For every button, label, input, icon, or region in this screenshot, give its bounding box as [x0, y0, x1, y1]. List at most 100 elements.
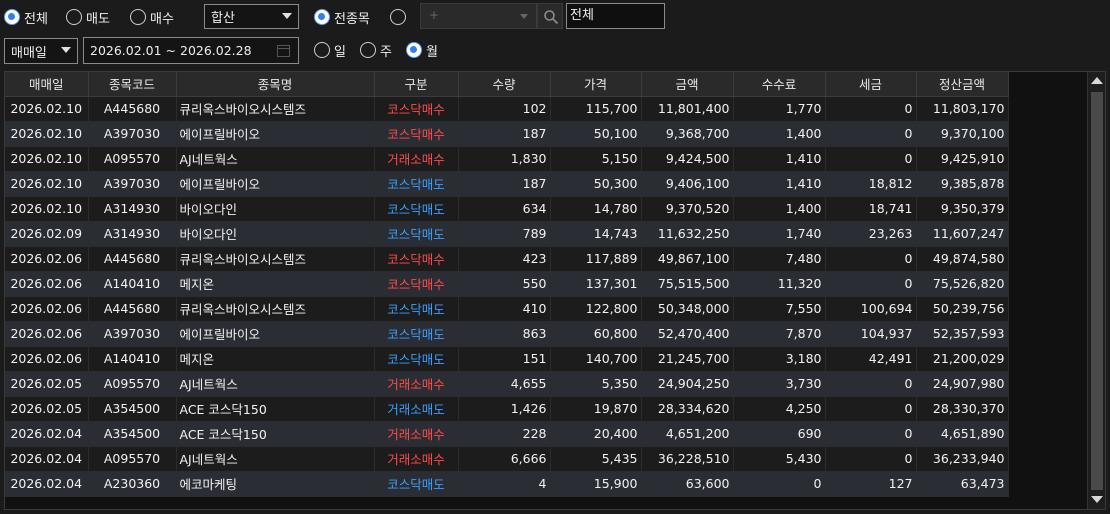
table-row[interactable]: 2026.02.06 A140410 메지온 코스닥매수 550 137,301 75,51… — [5, 271, 1009, 297]
cell-qty: 1,426 — [458, 396, 551, 422]
cell-tax: 0 — [825, 96, 917, 122]
cell-fee: 1,740 — [733, 221, 826, 247]
radio-period-month[interactable]: 월 — [406, 40, 438, 60]
cell-type: 코스닥매수 — [374, 246, 459, 272]
radio-trade-all[interactable]: 전체 — [4, 7, 48, 27]
table-row[interactable]: 2026.02.10 A314930 바이오다인 코스닥매도 634 14,780 9,37… — [5, 196, 1009, 222]
cell-settle: 11,803,170 — [916, 96, 1009, 122]
vertical-scrollbar[interactable] — [1087, 72, 1105, 509]
col-header-name[interactable]: 종목명 — [176, 72, 375, 97]
table-row[interactable]: 2026.02.04 A354500 ACE 코스닥150 거래소매수 228 20,40… — [5, 421, 1009, 447]
radio-stock-all[interactable]: 전종목 — [314, 7, 370, 27]
cell-code: A354500 — [88, 396, 177, 422]
cell-qty: 1,830 — [458, 146, 551, 172]
cell-price: 137,301 — [550, 271, 642, 297]
cell-fee: 3,180 — [733, 346, 826, 372]
radio-period-week[interactable]: 주 — [360, 40, 392, 60]
col-header-tax[interactable]: 세금 — [825, 72, 917, 97]
trade-history-grid[interactable]: 매매일 종목코드 종목명 구분 수량 가격 금액 수수료 세금 정산금액 202… — [4, 71, 1106, 510]
search-button[interactable] — [537, 3, 563, 29]
stock-code-combo[interactable]: + — [420, 3, 537, 29]
cell-price: 122,800 — [550, 296, 642, 322]
table-row[interactable]: 2026.02.10 A397030 에이프릴바이오 코스닥매도 187 50,300 9,… — [5, 171, 1009, 197]
table-row[interactable]: 2026.02.04 A230360 에코마케팅 코스닥매도 4 15,900 63,600… — [5, 471, 1009, 497]
cell-code: A354500 — [88, 421, 177, 447]
cell-type: 코스닥매도 — [374, 471, 459, 497]
cell-settle: 4,651,890 — [916, 421, 1009, 447]
cell-fee: 7,480 — [733, 246, 826, 272]
date-basis-select[interactable]: 매매일 — [4, 38, 78, 64]
cell-amount: 11,632,250 — [641, 221, 734, 247]
stock-name-field[interactable]: 전체 — [566, 3, 665, 29]
table-row[interactable]: 2026.02.06 A140410 메지온 코스닥매도 151 140,700 21,24… — [5, 346, 1009, 372]
cell-amount: 9,406,100 — [641, 171, 734, 197]
trade-table: 매매일 종목코드 종목명 구분 수량 가격 금액 수수료 세금 정산금액 202… — [5, 72, 1009, 497]
radio-dot-icon — [390, 9, 406, 25]
cell-code: A095570 — [88, 146, 177, 172]
cell-amount: 21,245,700 — [641, 346, 734, 372]
cell-tax: 100,694 — [825, 296, 917, 322]
scroll-down-icon[interactable] — [1091, 496, 1103, 503]
radio-trade-sell[interactable]: 매도 — [66, 7, 110, 27]
cell-amount: 75,515,500 — [641, 271, 734, 297]
cell-price: 19,870 — [550, 396, 642, 422]
cell-qty: 4,655 — [458, 371, 551, 397]
cell-name: 메지온 — [176, 271, 375, 297]
cell-name: AJ네트웍스 — [176, 146, 375, 172]
cell-name: 바이오다인 — [176, 196, 375, 222]
cell-fee: 7,550 — [733, 296, 826, 322]
table-row[interactable]: 2026.02.10 A397030 에이프릴바이오 코스닥매수 187 50,100 9,… — [5, 121, 1009, 147]
cell-qty: 410 — [458, 296, 551, 322]
calendar-icon[interactable] — [277, 45, 290, 57]
cell-name: AJ네트웍스 — [176, 446, 375, 472]
radio-period-day[interactable]: 일 — [314, 40, 346, 60]
col-header-code[interactable]: 종목코드 — [88, 72, 177, 97]
aggregate-select[interactable]: 합산 — [204, 4, 299, 29]
table-row[interactable]: 2026.02.09 A314930 바이오다인 코스닥매도 789 14,743 11,6… — [5, 221, 1009, 247]
scroll-thumb[interactable] — [1091, 92, 1103, 490]
radio-stock-single[interactable] — [390, 7, 406, 27]
cell-date: 2026.02.10 — [5, 121, 89, 147]
cell-fee: 7,870 — [733, 321, 826, 347]
col-header-qty[interactable]: 수량 — [458, 72, 551, 97]
col-header-price[interactable]: 가격 — [550, 72, 642, 97]
cell-tax: 0 — [825, 371, 917, 397]
cell-name: 메지온 — [176, 346, 375, 372]
cell-amount: 36,228,510 — [641, 446, 734, 472]
col-header-amount[interactable]: 금액 — [641, 72, 734, 97]
col-header-settle[interactable]: 정산금액 — [916, 72, 1009, 97]
table-row[interactable]: 2026.02.06 A397030 에이프릴바이오 코스닥매도 863 60,800 52… — [5, 321, 1009, 347]
cell-name: AJ네트웍스 — [176, 371, 375, 397]
cell-name: 에코마케팅 — [176, 471, 375, 497]
cell-tax: 0 — [825, 121, 917, 147]
table-row[interactable]: 2026.02.05 A354500 ACE 코스닥150 거래소매도 1,426 19,… — [5, 396, 1009, 422]
cell-price: 5,150 — [550, 146, 642, 172]
table-row[interactable]: 2026.02.05 A095570 AJ네트웍스 거래소매수 4,655 5,350 24… — [5, 371, 1009, 397]
cell-qty: 187 — [458, 121, 551, 147]
table-row[interactable]: 2026.02.04 A095570 AJ네트웍스 거래소매수 6,666 5,435 36… — [5, 446, 1009, 472]
table-row[interactable]: 2026.02.10 A095570 AJ네트웍스 거래소매수 1,830 5,150 9,… — [5, 146, 1009, 172]
radio-trade-buy[interactable]: 매수 — [130, 7, 174, 27]
cell-tax: 23,263 — [825, 221, 917, 247]
cell-date: 2026.02.06 — [5, 271, 89, 297]
col-header-fee[interactable]: 수수료 — [733, 72, 826, 97]
table-row[interactable]: 2026.02.06 A445680 큐리옥스바이오시스템즈 코스닥매수 423 117,… — [5, 246, 1009, 272]
table-row[interactable]: 2026.02.06 A445680 큐리옥스바이오시스템즈 코스닥매도 410 122,… — [5, 296, 1009, 322]
cell-price: 50,300 — [550, 171, 642, 197]
cell-name: ACE 코스닥150 — [176, 421, 375, 447]
table-row[interactable]: 2026.02.10 A445680 큐리옥스바이오시스템즈 코스닥매수 102 115,… — [5, 96, 1009, 122]
cell-settle: 9,350,379 — [916, 196, 1009, 222]
cell-date: 2026.02.09 — [5, 221, 89, 247]
col-header-type[interactable]: 구분 — [374, 72, 459, 97]
table-body: 2026.02.10 A445680 큐리옥스바이오시스템즈 코스닥매수 102 115,… — [5, 96, 1009, 497]
date-range-field[interactable]: 2026.02.01 ~ 2026.02.28 — [83, 37, 299, 64]
cell-settle: 9,425,910 — [916, 146, 1009, 172]
cell-code: A397030 — [88, 321, 177, 347]
cell-qty: 187 — [458, 171, 551, 197]
col-header-date[interactable]: 매매일 — [5, 72, 89, 97]
scroll-up-icon[interactable] — [1091, 77, 1103, 84]
cell-type: 거래소매수 — [374, 446, 459, 472]
chevron-down-icon — [282, 13, 292, 19]
cell-fee: 690 — [733, 421, 826, 447]
chevron-down-icon — [61, 47, 71, 53]
